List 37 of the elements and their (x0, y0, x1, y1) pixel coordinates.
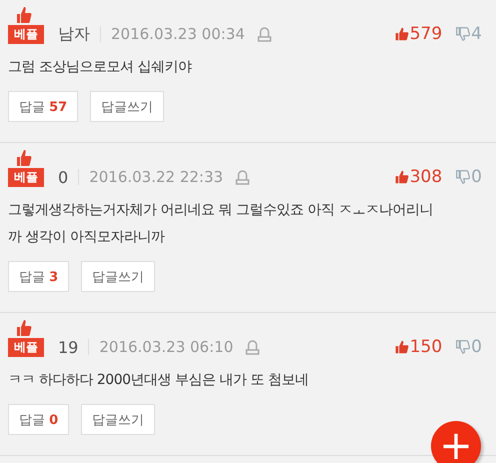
thumbs-up-icon (16, 149, 32, 167)
lock-icon[interactable] (235, 168, 250, 186)
like-count: 579 (410, 24, 442, 44)
best-badge: 베플 (8, 338, 44, 356)
thumbs-down-icon[interactable] (454, 169, 470, 185)
dislike-count: 0 (471, 167, 482, 187)
dislike-count: 0 (471, 337, 482, 357)
comment-date: 2016.03.23 00:34 (111, 25, 245, 43)
thumbs-up-icon (16, 319, 32, 337)
thumbs-up-icon[interactable] (392, 339, 409, 355)
lock-icon[interactable] (245, 338, 260, 356)
author-name: 19 (58, 338, 78, 356)
write-reply-button[interactable]: 답글쓰기 (81, 404, 156, 435)
lock-icon[interactable] (256, 26, 272, 42)
best-badge: 베플 (8, 168, 44, 186)
comment-text: 그렇게생각하는거자체가 어리네요 뭐 그럴수있죠 아직 ㅈㅗㅈ나어리니까 생각이 아직모자라니까 (8, 201, 434, 247)
reply-count-button[interactable]: 답글 3 (8, 261, 70, 292)
thumbs-up-icon[interactable] (392, 26, 409, 42)
author-name: 0 (58, 168, 68, 186)
author-name: 남자 (58, 24, 90, 44)
dislike-count: 4 (471, 24, 482, 44)
thumbs-down-icon[interactable] (454, 339, 470, 355)
comment-text: 그럼 조상님으로모셔 십쉐키야 (8, 58, 193, 77)
thumbs-up-icon[interactable] (392, 169, 409, 185)
like-count: 150 (410, 337, 442, 357)
like-count: 308 (410, 167, 442, 187)
comment-date: 2016.03.22 22:33 (89, 168, 224, 186)
best-badge: 베플 (8, 24, 44, 44)
reply-count-button[interactable]: 답글 0 (8, 404, 70, 435)
write-reply-button[interactable]: 답글쓰기 (90, 91, 164, 122)
comment-date: 2016.03.23 06:10 (99, 338, 234, 356)
thumbs-up-icon (16, 6, 32, 24)
write-reply-button[interactable]: 답글쓰기 (81, 261, 156, 292)
thumbs-down-icon[interactable] (454, 26, 470, 42)
add-button[interactable]: + (431, 421, 481, 463)
comment-text: ㅋㅋ 하다하다 2000년대생 부심은 내가 또 첨보네 (8, 371, 310, 390)
reply-count-button[interactable]: 답글 57 (8, 91, 78, 122)
